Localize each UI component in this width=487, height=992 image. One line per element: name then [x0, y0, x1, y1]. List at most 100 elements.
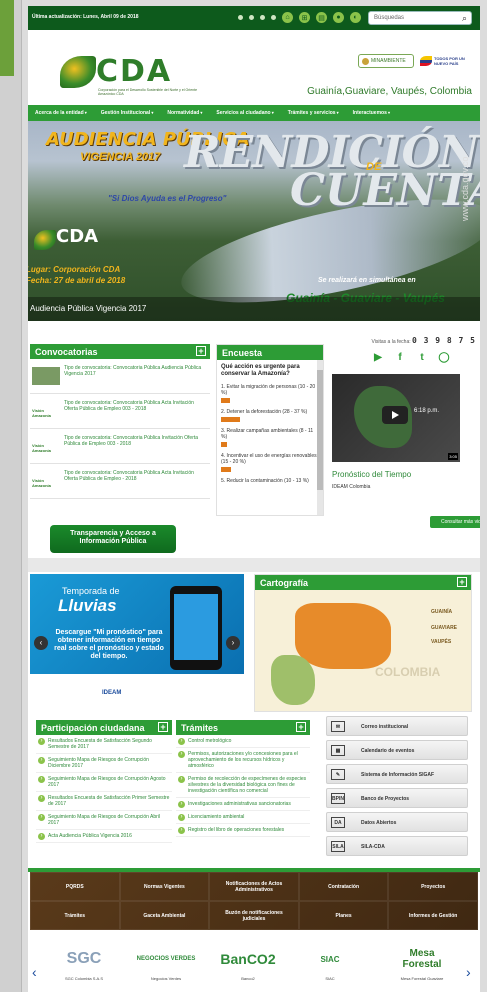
- list-item[interactable]: Resultados Encuesta de Satisfacción Segu…: [36, 735, 172, 754]
- nav-item[interactable]: Acerca de la entidad: [28, 110, 94, 116]
- quick-link[interactable]: ✉ Correo institucional: [326, 716, 468, 736]
- dot-icon[interactable]: [260, 15, 265, 20]
- partner-logo[interactable]: Mesa Forestal Mesa Forestal Guaviare: [390, 942, 454, 988]
- quick-link[interactable]: ▦ Calendario de eventos: [326, 740, 468, 760]
- grid-link[interactable]: Informes de Gestión: [388, 901, 478, 930]
- transparencia-button[interactable]: Transparencia y Acceso a Información Púb…: [50, 525, 176, 553]
- search-icon[interactable]: ⌕: [462, 13, 467, 24]
- quick-link[interactable]: ✎ Sistema de Información SIGAF: [326, 764, 468, 784]
- list-item[interactable]: Control metrológico: [176, 735, 310, 748]
- home-icon[interactable]: ⌂: [282, 12, 293, 23]
- dot-icon[interactable]: [238, 15, 243, 20]
- visits-label: Visitas a la fecha:: [371, 339, 411, 345]
- banner-web: www.cda.gov.co: [460, 156, 470, 221]
- lluvias-t3: Descargue "Mi pronóstico" para obtener i…: [54, 629, 164, 660]
- plus-icon[interactable]: +: [457, 577, 467, 587]
- youtube-icon[interactable]: ▶: [372, 352, 384, 364]
- partner-logo[interactable]: SGC SGC Colombia S.A.S: [52, 942, 116, 988]
- poll-option[interactable]: 3. Realizar campañas ambientales (8 - 11…: [221, 428, 319, 440]
- list-item[interactable]: Acta Audiencia Pública Vigencia 2016: [36, 830, 172, 843]
- list-item[interactable]: Registro del libro de operaciones forest…: [176, 824, 310, 837]
- poll-option[interactable]: 4. Incentivar el uso de energías renovab…: [221, 453, 319, 465]
- plus-icon[interactable]: +: [296, 722, 306, 732]
- video-player[interactable]: 6:18 p.m. 3:05: [332, 374, 460, 462]
- chevron-right-icon[interactable]: ›: [226, 636, 240, 650]
- cartografia-panel[interactable]: Cartografía + GUAINÍA GUAVIARE VAUPÉS CO…: [254, 574, 472, 712]
- accessibility-icon[interactable]: ●: [333, 12, 344, 23]
- list-item[interactable]: Visión Amazonía Tipo de convocatoria: Co…: [30, 429, 210, 464]
- grid-link[interactable]: PQRDS: [30, 872, 120, 901]
- quick-link[interactable]: DA Datos Abiertos: [326, 812, 468, 832]
- participacion-panel: Participación ciudadana + Resultados Enc…: [36, 720, 172, 864]
- chevron-right-icon[interactable]: ›: [466, 964, 471, 980]
- negocios-verdes-logo: NEGOCIOS VERDES: [136, 956, 196, 962]
- list-item[interactable]: Resultados Encuesta de Satisfacción Prim…: [36, 792, 172, 811]
- grid-link[interactable]: Trámites: [30, 901, 120, 930]
- list-item[interactable]: Investigaciones administrativas sanciona…: [176, 798, 310, 811]
- dot-icon[interactable]: [271, 15, 276, 20]
- poll-option[interactable]: 1. Evitar la migración de personas (10 -…: [221, 384, 319, 396]
- scrollbar-thumb[interactable]: [317, 370, 323, 490]
- play-icon[interactable]: [382, 406, 408, 424]
- grid-link[interactable]: Planes: [298, 901, 389, 930]
- facebook-icon[interactable]: f: [394, 352, 406, 364]
- chevron-left-icon[interactable]: ‹: [32, 964, 37, 980]
- grid-link[interactable]: Notificaciones de Actos Administrativos: [209, 872, 299, 901]
- dot-icon[interactable]: [249, 15, 254, 20]
- hero-banner[interactable]: AUDIENCIA PÚBLICA VIGENCIA 2017 RENDICIÓ…: [28, 121, 480, 321]
- language-icon[interactable]: ◐: [350, 12, 361, 23]
- list-item-text[interactable]: Tipo de convocatoria: Convocatoria Públi…: [64, 365, 208, 377]
- whatsapp-icon[interactable]: ◯: [438, 352, 450, 364]
- list-item[interactable]: Visión Amazonía Tipo de convocatoria: Co…: [30, 464, 210, 499]
- grid-link[interactable]: Normas Vigentes: [119, 872, 210, 901]
- list-item[interactable]: Tipo de convocatoria: Convocatoria Públi…: [30, 359, 210, 394]
- partner-logo[interactable]: NEGOCIOS VERDES Negocios Verdes: [134, 942, 198, 988]
- partner-logo[interactable]: SIAC SIAC: [298, 942, 362, 988]
- nav-item[interactable]: Servicios al ciudadano: [209, 110, 280, 116]
- grid-link[interactable]: Proyectos: [388, 872, 478, 901]
- leaf-icon: [34, 230, 56, 250]
- chevron-left-icon[interactable]: ‹: [34, 636, 48, 650]
- quick-link[interactable]: BPIN Banco de Proyectos: [326, 788, 468, 808]
- more-videos-button[interactable]: Consultar más videos: [430, 516, 480, 528]
- poll-option[interactable]: 5. Reducir la contaminación (10 - 13 %): [221, 478, 319, 484]
- list-item[interactable]: Permiso de recolección de especímenes de…: [176, 773, 310, 798]
- search-input[interactable]: Búsquedas ⌕: [368, 11, 472, 25]
- scrollbar[interactable]: [317, 360, 323, 515]
- poll-option[interactable]: 2. Detener la deforestación (28 - 37 %): [221, 409, 319, 415]
- list-item[interactable]: Visión Amazonía Tipo de convocatoria: Co…: [30, 394, 210, 429]
- twitter-icon[interactable]: t: [416, 352, 428, 364]
- quick-link-label: Banco de Proyectos: [361, 796, 410, 802]
- list-item[interactable]: Licenciamiento ambiental: [176, 811, 310, 824]
- grid-link[interactable]: Gaceta Ambiental: [119, 901, 210, 930]
- social-links: ▶ f t ◯: [372, 352, 450, 364]
- minambiente-logo[interactable]: MINAMBIENTE: [358, 54, 414, 68]
- list-item[interactable]: Seguimiento Mapa de Riesgos de Corrupció…: [36, 773, 172, 792]
- lluvias-t2: Lluvias: [58, 596, 117, 615]
- sitemap-icon[interactable]: ⊞: [299, 12, 310, 23]
- grid-link[interactable]: Buzón de notificaciones judiciales: [209, 901, 299, 930]
- banner-caption: Audiencia Pública Vigencia 2017: [28, 297, 480, 321]
- list-item-text[interactable]: Tipo de convocatoria: Convocatoria Públi…: [64, 435, 208, 447]
- list-item[interactable]: Seguimiento Mapa de Riesgos de Corrupció…: [36, 754, 172, 773]
- gov-logo[interactable]: TODOS POR UN NUEVO PAÍS: [420, 54, 476, 68]
- list-item[interactable]: Permisos, autorizaciones y/o concesiones…: [176, 748, 310, 773]
- grid-link[interactable]: Contratación: [298, 872, 389, 901]
- pronostico-title[interactable]: Pronóstico del Tiempo: [332, 470, 411, 479]
- quick-link[interactable]: SILA SILA-CDA: [326, 836, 468, 856]
- nav-item[interactable]: Normatividad: [160, 110, 209, 116]
- plus-icon[interactable]: +: [196, 346, 206, 356]
- list-item-text[interactable]: Tipo de convocatoria: Convocatoria Públi…: [64, 400, 208, 412]
- sila-icon: SILA: [331, 841, 345, 852]
- nav-item[interactable]: Interactuemos: [346, 110, 397, 116]
- list-item-text[interactable]: Tipo de convocatoria: Convocatoria Públi…: [64, 470, 208, 482]
- plus-icon[interactable]: +: [158, 722, 168, 732]
- cda-logo[interactable]: CDA Corporación para el Desarrollo Soste…: [60, 52, 200, 98]
- document-icon[interactable]: ▤: [316, 12, 327, 23]
- list-item[interactable]: Seguimiento Mapa de Riesgos de Corrupció…: [36, 811, 172, 830]
- lluvias-slider[interactable]: Temporada de Lluvias Descargue "Mi pronó…: [30, 574, 244, 674]
- nav-item[interactable]: Gestión Institucional: [94, 110, 161, 116]
- nav-item[interactable]: Trámites y servicios: [281, 110, 346, 116]
- partner-logo[interactable]: BanCO2 Banco2: [216, 942, 280, 988]
- last-update: Última actualización: Lunes, Abril 09 de…: [32, 14, 139, 20]
